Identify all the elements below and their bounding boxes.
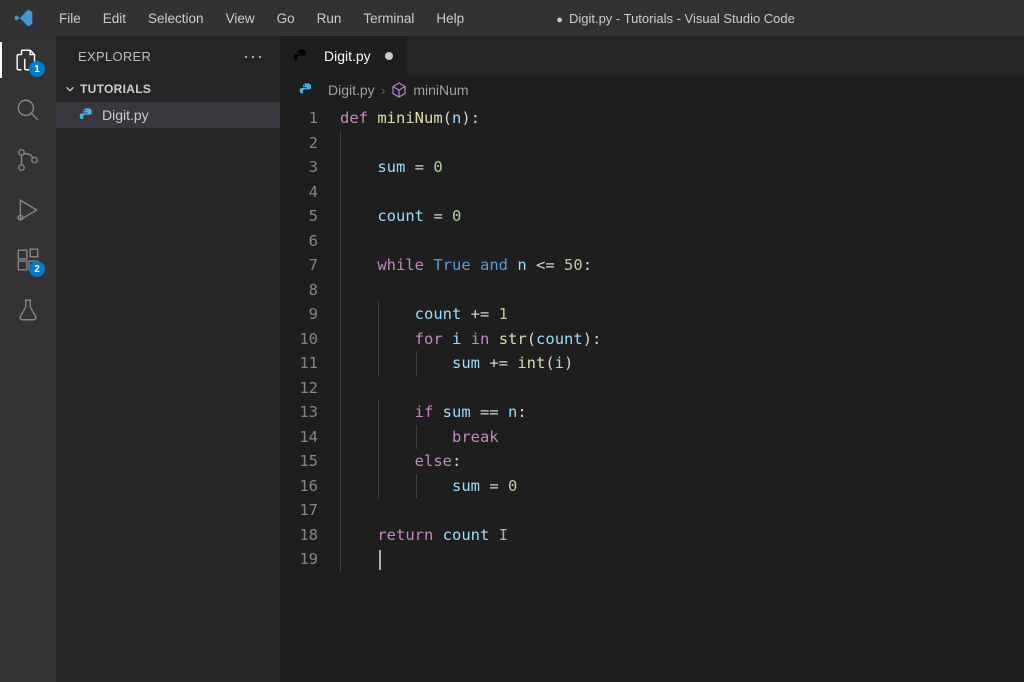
menu-edit[interactable]: Edit bbox=[92, 7, 137, 30]
explorer-badge: 1 bbox=[29, 61, 45, 77]
tab-digit-py[interactable]: Digit.py bbox=[280, 36, 408, 76]
explorer-icon[interactable]: 1 bbox=[14, 46, 42, 74]
tabs-container: Digit.py bbox=[280, 36, 1024, 76]
window-title: Digit.py - Tutorials - Visual Studio Cod… bbox=[475, 11, 876, 26]
menu-go[interactable]: Go bbox=[266, 7, 306, 30]
line-number: 15 bbox=[280, 449, 318, 474]
text-cursor-icon: I bbox=[499, 523, 507, 548]
line-number: 11 bbox=[280, 351, 318, 376]
code-line[interactable]: else: bbox=[340, 449, 1024, 474]
code-line[interactable]: return count I bbox=[340, 523, 1024, 548]
file-name: Digit.py bbox=[102, 107, 149, 123]
code-line[interactable]: sum = 0 bbox=[340, 474, 1024, 499]
line-number: 7 bbox=[280, 253, 318, 278]
code-line[interactable]: count = 0 bbox=[340, 204, 1024, 229]
code-line[interactable] bbox=[340, 180, 1024, 205]
editor-area: Digit.py Digit.py › miniNum 123456789101… bbox=[280, 36, 1024, 682]
line-number: 3 bbox=[280, 155, 318, 180]
line-number: 1 bbox=[280, 106, 318, 131]
menu-file[interactable]: File bbox=[48, 7, 92, 30]
extensions-icon[interactable]: 2 bbox=[14, 246, 42, 274]
file-tree-item[interactable]: Digit.py bbox=[56, 102, 280, 128]
code-line[interactable]: sum = 0 bbox=[340, 155, 1024, 180]
breadcrumbs[interactable]: Digit.py › miniNum bbox=[280, 76, 1024, 104]
dirty-indicator-icon bbox=[556, 11, 569, 26]
menu-help[interactable]: Help bbox=[425, 7, 475, 30]
tab-label: Digit.py bbox=[324, 48, 371, 64]
line-number: 8 bbox=[280, 278, 318, 303]
line-number: 6 bbox=[280, 229, 318, 254]
code-line[interactable] bbox=[340, 278, 1024, 303]
search-icon[interactable] bbox=[14, 96, 42, 124]
activity-bar: 1 2 bbox=[0, 36, 56, 682]
caret-icon bbox=[379, 550, 381, 570]
line-number: 4 bbox=[280, 180, 318, 205]
code-line[interactable] bbox=[340, 498, 1024, 523]
code-line[interactable]: for i in str(count): bbox=[340, 327, 1024, 352]
code-line[interactable]: sum += int(i) bbox=[340, 351, 1024, 376]
code-editor[interactable]: 12345678910111213141516171819 def miniNu… bbox=[280, 104, 1024, 682]
chevron-right-icon: › bbox=[381, 82, 386, 98]
vscode-logo-icon bbox=[14, 8, 34, 28]
line-number: 13 bbox=[280, 400, 318, 425]
source-control-icon[interactable] bbox=[14, 146, 42, 174]
code-line[interactable]: def miniNum(n): bbox=[340, 106, 1024, 131]
titlebar: FileEditSelectionViewGoRunTerminalHelp D… bbox=[0, 0, 1024, 36]
python-file-icon bbox=[292, 47, 310, 65]
code-content[interactable]: def miniNum(n): sum = 0 count = 0 while … bbox=[340, 106, 1024, 682]
folder-section-header[interactable]: TUTORIALS bbox=[56, 76, 280, 102]
breadcrumb-file[interactable]: Digit.py bbox=[328, 82, 375, 98]
line-number: 5 bbox=[280, 204, 318, 229]
code-line[interactable]: count += 1 bbox=[340, 302, 1024, 327]
line-number: 16 bbox=[280, 474, 318, 499]
code-line[interactable]: while True and n <= 50: bbox=[340, 253, 1024, 278]
breadcrumb-symbol[interactable]: miniNum bbox=[413, 82, 468, 98]
tab-dirty-indicator-icon bbox=[385, 52, 393, 60]
line-number: 14 bbox=[280, 425, 318, 450]
line-number-gutter: 12345678910111213141516171819 bbox=[280, 106, 340, 682]
code-line[interactable] bbox=[340, 131, 1024, 156]
line-number: 2 bbox=[280, 131, 318, 156]
line-number: 18 bbox=[280, 523, 318, 548]
testing-icon[interactable] bbox=[14, 296, 42, 324]
symbol-method-icon bbox=[391, 82, 407, 98]
code-line[interactable]: break bbox=[340, 425, 1024, 450]
menu-bar: FileEditSelectionViewGoRunTerminalHelp bbox=[48, 10, 475, 26]
sidebar-more-icon[interactable]: ··· bbox=[243, 46, 264, 67]
line-number: 12 bbox=[280, 376, 318, 401]
code-line[interactable] bbox=[340, 229, 1024, 254]
line-number: 9 bbox=[280, 302, 318, 327]
sidebar: EXPLORER ··· TUTORIALS Digit.py bbox=[56, 36, 280, 682]
python-file-icon bbox=[298, 81, 316, 99]
menu-selection[interactable]: Selection bbox=[137, 7, 215, 30]
code-line[interactable] bbox=[340, 376, 1024, 401]
menu-view[interactable]: View bbox=[215, 7, 266, 30]
python-file-icon bbox=[78, 106, 96, 124]
extensions-badge: 2 bbox=[29, 261, 45, 277]
line-number: 19 bbox=[280, 547, 318, 572]
chevron-down-icon bbox=[62, 81, 78, 97]
sidebar-header: EXPLORER ··· bbox=[56, 36, 280, 76]
code-line[interactable] bbox=[340, 547, 1024, 572]
run-debug-icon[interactable] bbox=[14, 196, 42, 224]
menu-terminal[interactable]: Terminal bbox=[352, 7, 425, 30]
menu-run[interactable]: Run bbox=[306, 7, 353, 30]
code-line[interactable]: if sum == n: bbox=[340, 400, 1024, 425]
sidebar-title: EXPLORER bbox=[78, 49, 151, 64]
line-number: 10 bbox=[280, 327, 318, 352]
line-number: 17 bbox=[280, 498, 318, 523]
